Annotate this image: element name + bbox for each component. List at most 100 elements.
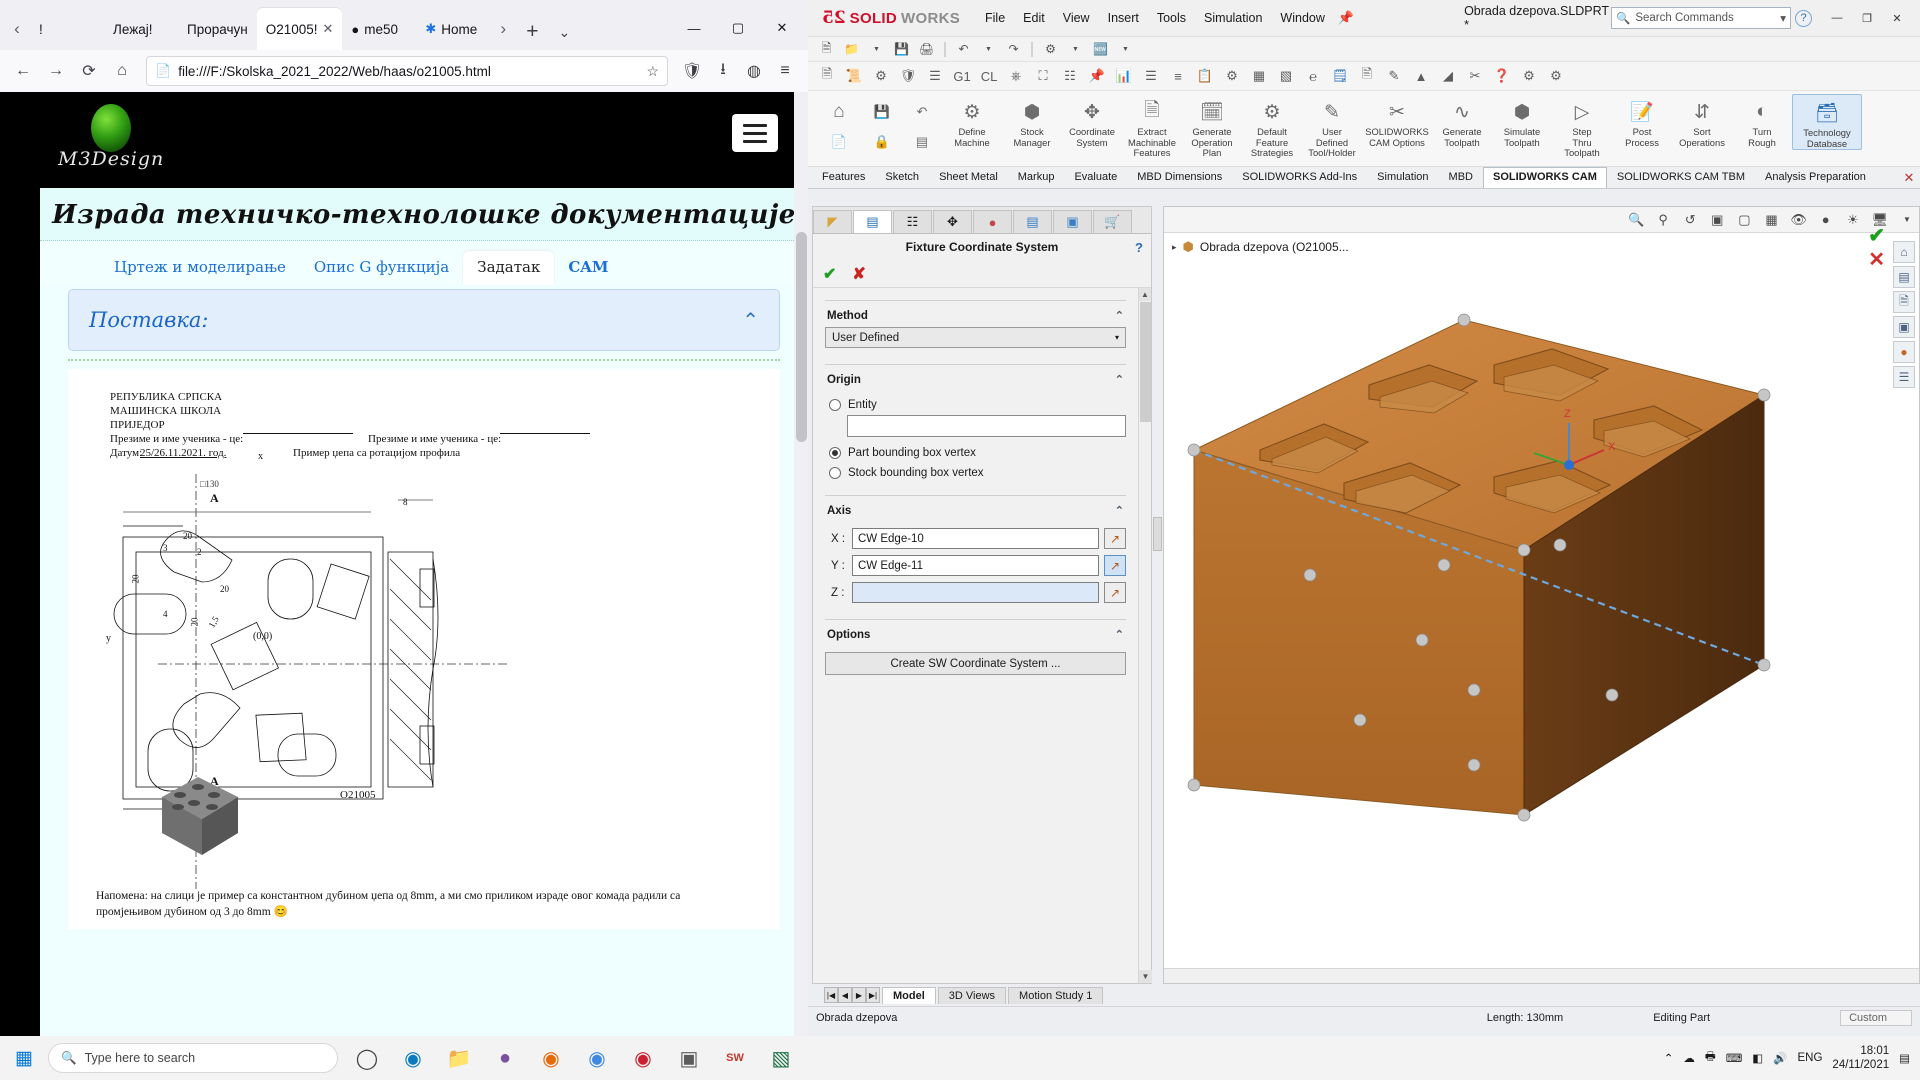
cam-tool-6-icon[interactable]: G1	[949, 65, 975, 88]
taskbar-viber-icon[interactable]: ●	[482, 1036, 528, 1080]
ribbon-stock-manager[interactable]: ⬢ Stock Manager	[1002, 94, 1062, 148]
ribbon-step-thru[interactable]: ▷ Step Thru Toolpath	[1552, 94, 1612, 159]
language-indicator[interactable]: ENG	[1798, 1052, 1823, 1064]
reload-button[interactable]: ⟳	[74, 56, 104, 86]
printer-icon[interactable]: 🖶	[1705, 1049, 1716, 1068]
home-icon[interactable]: ⌂	[833, 97, 844, 127]
volume-icon[interactable]: 🔊	[1773, 1051, 1787, 1065]
browser-tab-1[interactable]: Лежај!	[104, 8, 178, 50]
panel-splitter[interactable]	[1153, 517, 1162, 552]
next-tab-button[interactable]: ▶	[852, 987, 866, 1003]
bottom-tab-3d-views[interactable]: 3D Views	[937, 986, 1007, 1004]
sw-restore-button[interactable]: ❐	[1852, 6, 1882, 30]
scrollbar-thumb[interactable]	[1140, 302, 1151, 422]
hide-show-icon[interactable]: 👁	[1787, 209, 1811, 230]
start-button[interactable]: ▦	[0, 1036, 48, 1080]
menu-window[interactable]: Window	[1271, 8, 1333, 28]
site-menu-button[interactable]	[732, 114, 778, 152]
redo-icon[interactable]: ↷	[1003, 40, 1024, 59]
accept-button[interactable]: ✔	[823, 264, 836, 284]
address-bar[interactable]: 📄 file:///F:/Skolska_2021_2022/Web/haas/…	[146, 56, 668, 86]
keyboard-icon[interactable]: ⌨	[1726, 1051, 1743, 1065]
dimxpert-icon[interactable]: ✥	[933, 210, 972, 233]
cam-tool-22-icon[interactable]: ✎	[1381, 65, 1407, 88]
dropdown-icon-2[interactable]: ▼	[978, 40, 999, 59]
tab-scroll-left-button[interactable]: ‹	[4, 8, 30, 50]
new-tab-button[interactable]: +	[516, 14, 548, 50]
axis-z-input[interactable]	[852, 582, 1099, 603]
tab-evaluate[interactable]: Evaluate	[1064, 167, 1127, 188]
cam-tool-19-icon[interactable]: ℮	[1300, 65, 1326, 88]
origin-option-entity[interactable]: Entity	[829, 399, 1126, 411]
cam-tool-24-icon[interactable]: ◢	[1435, 65, 1461, 88]
tab-markup[interactable]: Markup	[1008, 167, 1065, 188]
ribbon-user-defined-tool[interactable]: ✎ User Defined Tool/Holder	[1302, 94, 1362, 159]
cam-tool-7-icon[interactable]: CL	[976, 65, 1002, 88]
bookmark-star-icon[interactable]: ☆	[646, 63, 659, 80]
taskbar-edge-icon[interactable]: ◉	[390, 1036, 436, 1080]
page-scrollbar-thumb[interactable]	[796, 232, 807, 442]
cam-tool-1-icon[interactable]: 🗎	[814, 65, 840, 88]
new-document-icon[interactable]: 🗎	[816, 40, 837, 59]
menu-view[interactable]: View	[1054, 8, 1099, 28]
zoom-to-fit-icon[interactable]: 🔍	[1624, 209, 1648, 230]
chevron-up-icon[interactable]: ⌃	[742, 308, 759, 333]
previous-view-icon[interactable]: ↺	[1678, 209, 1702, 230]
menu-file[interactable]: File	[976, 8, 1014, 28]
apply-scene-icon[interactable]: ☀	[1841, 209, 1865, 230]
property-manager-icon[interactable]: ▤	[853, 210, 892, 233]
sw-close-button[interactable]: ✕	[1882, 6, 1912, 30]
rebuild-icon[interactable]: 🆕	[1090, 40, 1111, 59]
cancel-button[interactable]: ✘	[852, 264, 865, 284]
origin-option-stock-bbox[interactable]: Stock bounding box vertex	[829, 467, 1126, 479]
onedrive-icon[interactable]: ☁	[1683, 1051, 1695, 1065]
section-view-icon[interactable]: ▣	[1705, 209, 1729, 230]
cam-tool-9-icon[interactable]: ⛶	[1030, 65, 1056, 88]
tab-simulation[interactable]: Simulation	[1367, 167, 1438, 188]
cam-tool-20-icon[interactable]: 🗒	[1327, 65, 1353, 88]
ribbon-generate-toolpath[interactable]: ∿ Generate Toolpath	[1432, 94, 1492, 148]
prev-tab-button[interactable]: ◀	[838, 987, 852, 1003]
back-button[interactable]: ←	[8, 56, 38, 86]
browser-tab-2[interactable]: Прорачун	[178, 8, 257, 50]
tab-solidworks-cam[interactable]: SOLIDWORKS CAM	[1482, 167, 1607, 188]
minimize-button[interactable]: —	[672, 6, 716, 50]
tab-features[interactable]: Features	[812, 167, 875, 188]
cam-tool-11-icon[interactable]: 📌	[1084, 65, 1110, 88]
close-icon[interactable]: ✕	[322, 21, 333, 37]
feature-tree-icon[interactable]: ◤	[813, 210, 852, 233]
search-commands-input[interactable]: 🔍 Search Commands ▾	[1611, 7, 1791, 29]
notification-center-icon[interactable]: ▤	[1899, 1051, 1910, 1065]
chevron-down-icon[interactable]: ▼	[1895, 209, 1919, 230]
bottom-tab-motion-study[interactable]: Motion Study 1	[1008, 986, 1104, 1004]
cam-tool-12-icon[interactable]: 📊	[1111, 65, 1137, 88]
axis-x-input[interactable]: CW Edge-10	[852, 528, 1099, 549]
cam-tool-25-icon[interactable]: ✂	[1462, 65, 1488, 88]
pill-icon[interactable]: 🔒	[874, 127, 890, 157]
scroll-up-icon[interactable]: ▲	[1139, 288, 1151, 301]
close-icon[interactable]: ✕	[1898, 167, 1920, 188]
undo-icon[interactable]: ↶	[917, 97, 928, 127]
menu-tools[interactable]: Tools	[1148, 8, 1195, 28]
chevron-up-icon[interactable]: ⌃	[1115, 628, 1124, 641]
tab-solidworks-cam-tbm[interactable]: SOLIDWORKS CAM TBM	[1607, 167, 1755, 188]
graphics-horizontal-scrollbar[interactable]	[1164, 968, 1919, 983]
downloads-icon[interactable]: ⭳	[708, 56, 738, 86]
sw-minimize-button[interactable]: —	[1822, 6, 1852, 30]
new-icon[interactable]: 📄	[831, 127, 847, 157]
site-logo[interactable]: M3Design	[58, 100, 178, 180]
taskbar-cortana-icon[interactable]: ◯	[344, 1036, 390, 1080]
page-scrollbar[interactable]	[794, 92, 808, 1036]
browser-tab-4[interactable]: ● me50	[342, 8, 416, 50]
entity-selection-input[interactable]	[847, 415, 1126, 437]
cam-tool-15-icon[interactable]: 📋	[1192, 65, 1218, 88]
axis-y-input[interactable]: CW Edge-11	[852, 555, 1099, 576]
save-icon[interactable]: 💾	[874, 97, 890, 127]
axis-x-picker-button[interactable]: ↗	[1104, 528, 1126, 549]
tab-scroll-right-button[interactable]: ›	[490, 8, 516, 50]
shield-icon[interactable]: 🛡	[677, 56, 707, 86]
page-tab-cam[interactable]: CAM	[554, 251, 622, 285]
property-manager-scrollbar[interactable]: ▲ ▼	[1138, 288, 1152, 983]
app-menu-icon[interactable]: ≡	[770, 56, 800, 86]
dropdown-icon-4[interactable]: ▼	[1115, 40, 1136, 59]
